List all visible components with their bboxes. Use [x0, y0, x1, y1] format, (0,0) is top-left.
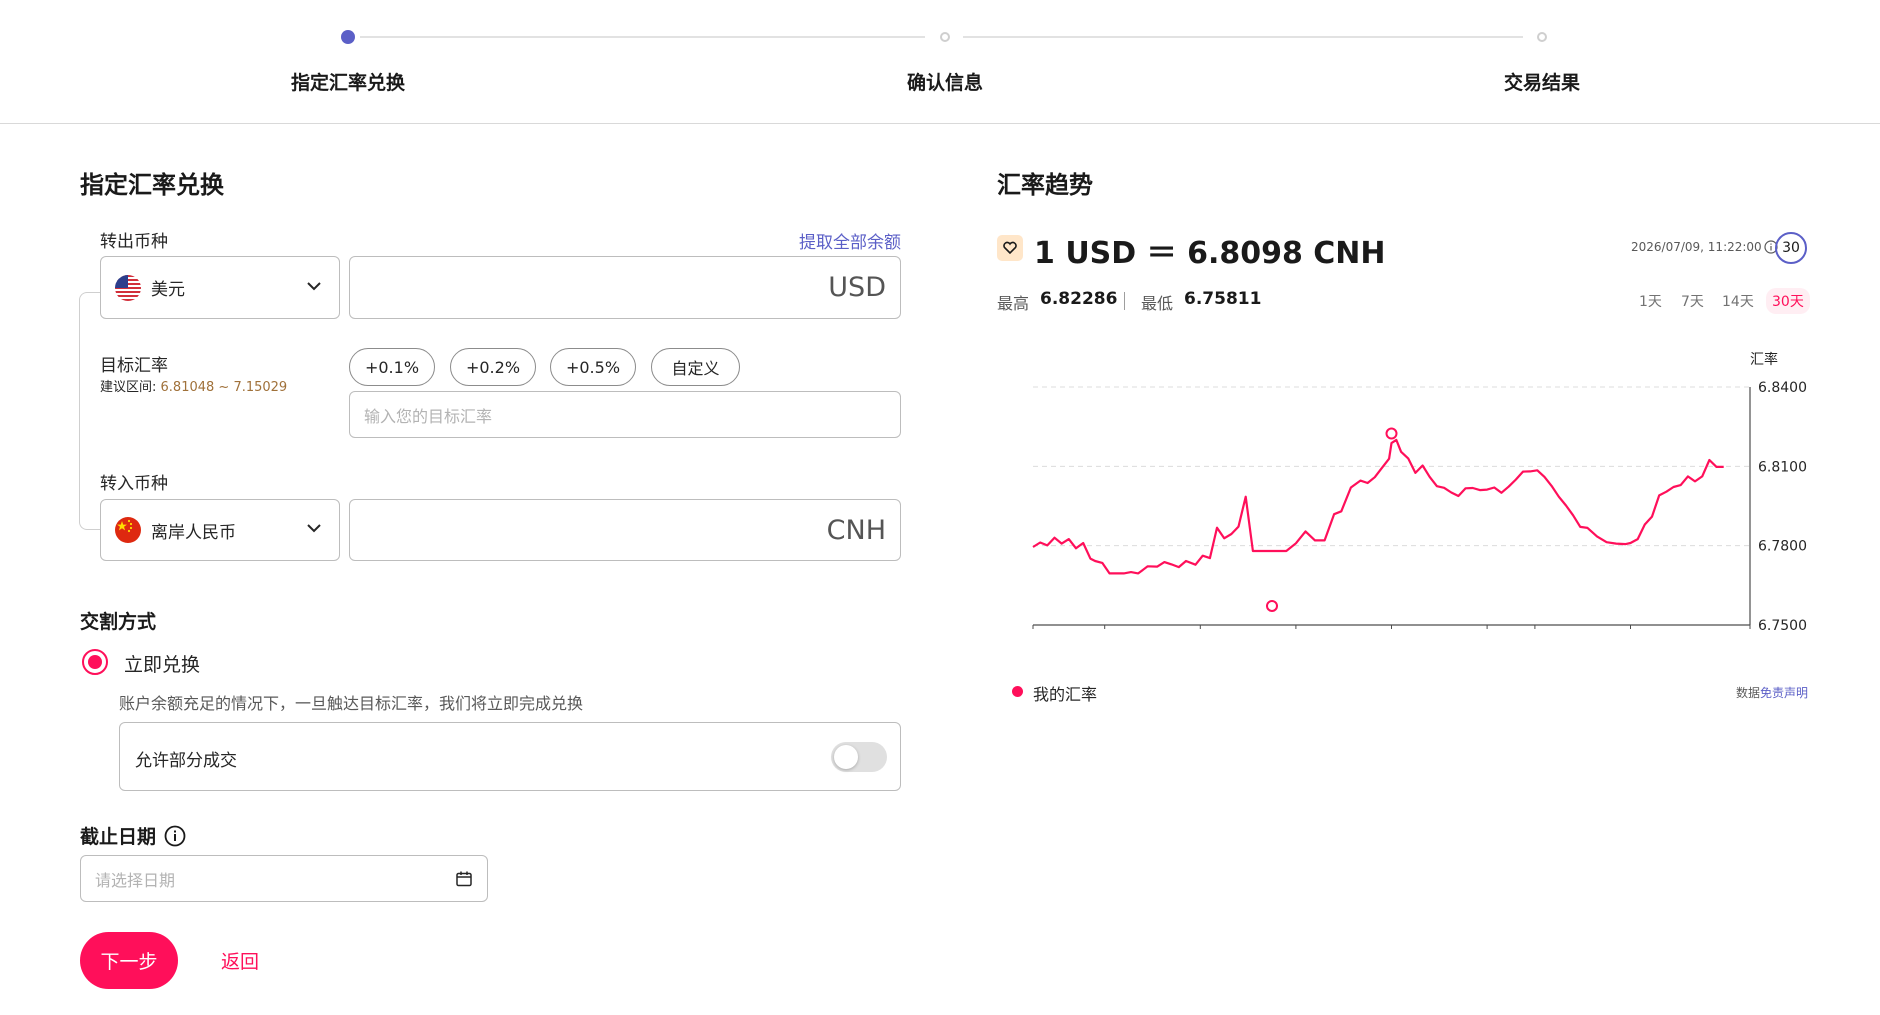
calendar-icon [455, 870, 473, 888]
partial-fill-toggle[interactable] [831, 742, 887, 772]
us-flag-icon [115, 274, 141, 301]
extreme-marker [1266, 599, 1278, 612]
settle-description: 账户余额充足的情况下，一旦触达目标汇率，我们将立即完成兑换 [119, 694, 584, 713]
deadline-date-input[interactable]: 请选择日期 [80, 855, 488, 902]
y-tick-label: 6.8400 [1758, 380, 1807, 396]
info-icon[interactable] [164, 825, 186, 847]
settle-option-label[interactable]: 立即兑换 [124, 650, 200, 677]
to-currency-value: 离岸人民币 [151, 522, 236, 543]
deadline-title: 截止日期 [80, 822, 186, 849]
disclaimer-prefix: 数据 [1736, 686, 1761, 700]
from-amount-input[interactable]: USD [349, 256, 901, 319]
high-value: 6.82286 [1040, 289, 1118, 309]
from-currency-select[interactable]: 美元 [100, 256, 340, 319]
chip-plus-0.1[interactable]: +0.1% [349, 348, 435, 386]
to-currency-select[interactable]: 离岸人民币 [100, 499, 340, 561]
step-1-dot [341, 30, 355, 44]
settle-radio[interactable] [82, 649, 108, 675]
legend-label: 我的汇率 [1033, 685, 1098, 704]
range-hint-value: 6.81048 ~ 7.15029 [160, 380, 288, 395]
settle-title: 交割方式 [80, 611, 157, 633]
high-low-divider [1124, 292, 1125, 310]
cn-flag-icon [115, 517, 141, 543]
legend-dot [1012, 686, 1023, 697]
to-amount-input[interactable]: CNH [349, 499, 901, 561]
chip-custom[interactable]: 自定义 [651, 348, 740, 386]
extreme-marker [1385, 427, 1398, 440]
form-title: 指定汇率兑换 [80, 171, 224, 199]
step-2-dot [940, 32, 950, 42]
range-tab-14d[interactable]: 14天 [1716, 288, 1760, 314]
from-amount-suffix: USD [828, 272, 886, 303]
back-button[interactable]: 返回 [221, 947, 259, 974]
chevron-down-icon [303, 275, 325, 301]
rate-trend-chart: 6.84006.81006.78006.7500汇率06-1006-1306-1… [1032, 351, 1807, 632]
from-currency-value: 美元 [151, 280, 185, 300]
rate-timestamp: 2026/07/09, 11:22:00 [1631, 240, 1778, 254]
heart-badge-icon [997, 235, 1023, 261]
refresh-countdown[interactable]: 30 [1775, 232, 1807, 264]
low-value: 6.75811 [1184, 289, 1262, 309]
currency-connector [79, 292, 101, 530]
chip-plus-0.2[interactable]: +0.2% [450, 348, 536, 386]
deadline-title-text: 截止日期 [80, 826, 157, 848]
step-3-dot [1537, 32, 1547, 42]
partial-fill-box: 允许部分成交 [119, 722, 901, 791]
y-tick-label: 6.8100 [1758, 459, 1807, 475]
from-currency-label: 转出币种 [100, 232, 168, 252]
step-1-label: 指定汇率兑换 [290, 72, 406, 94]
range-tab-1d[interactable]: 1天 [1633, 288, 1668, 314]
stepper-line-1 [360, 36, 925, 38]
y-tick-label: 6.7800 [1758, 539, 1807, 555]
range-hint-prefix: 建议区间: [100, 380, 157, 395]
disclaimer-link[interactable]: 免责声明 [1760, 686, 1808, 700]
range-tab-30d[interactable]: 30天 [1766, 288, 1810, 314]
y-tick-label: 6.7500 [1758, 618, 1807, 632]
high-label: 最高 [997, 294, 1030, 313]
trend-title: 汇率趋势 [997, 171, 1093, 199]
to-currency-label: 转入币种 [100, 474, 168, 494]
stepper-line-2 [963, 36, 1523, 38]
step-2-label: 确认信息 [906, 72, 984, 94]
target-rate-placeholder: 输入您的目标汇率 [364, 406, 493, 426]
rate-timestamp-text: 2026/07/09, 11:22:00 [1631, 240, 1762, 254]
chip-plus-0.5[interactable]: +0.5% [550, 348, 636, 386]
next-button[interactable]: 下一步 [80, 932, 178, 989]
chevron-down-icon [303, 517, 325, 543]
y-axis-label: 汇率 [1750, 351, 1778, 368]
low-label: 最低 [1141, 294, 1174, 313]
disclaimer: 数据免责声明 [1736, 684, 1808, 701]
target-rate-label: 目标汇率 [100, 356, 168, 376]
rate-series-line [1032, 438, 1724, 575]
partial-fill-label: 允许部分成交 [135, 751, 237, 771]
deadline-placeholder: 请选择日期 [95, 870, 176, 890]
to-amount-suffix: CNH [826, 514, 886, 546]
stepper: 指定汇率兑换 确认信息 交易结果 [0, 0, 1880, 124]
range-hint: 建议区间: 6.81048 ~ 7.15029 [100, 376, 287, 395]
range-tab-7d[interactable]: 7天 [1675, 288, 1710, 314]
rate-main-text: 1 USD ＝ 6.8098 CNH [1034, 236, 1386, 271]
withdraw-all-link[interactable]: 提取全部余额 [799, 228, 901, 253]
target-rate-input[interactable]: 输入您的目标汇率 [349, 391, 901, 438]
step-3-label: 交易结果 [1503, 72, 1581, 94]
